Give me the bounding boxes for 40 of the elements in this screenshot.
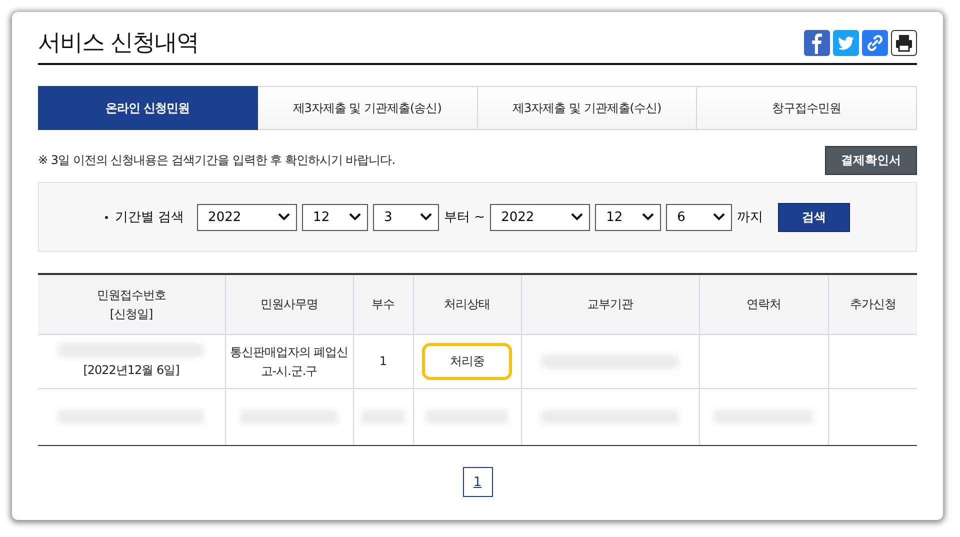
chevron-down-icon [278, 213, 290, 221]
date-select[interactable]: 2022 [490, 204, 590, 230]
search-button[interactable]: 검색 [778, 202, 850, 232]
bird-icon[interactable] [833, 30, 859, 56]
column-header: 추가신청 [828, 274, 917, 334]
column-header: 부수 [353, 274, 413, 334]
bullet-icon [104, 216, 108, 218]
page-button[interactable]: 1 [462, 467, 492, 497]
search-label: 기간별 검색 [114, 209, 184, 226]
chevron-down-icon [420, 213, 432, 221]
status-label: 처리중 [422, 343, 512, 380]
date-select[interactable]: 12 [595, 204, 662, 230]
tab[interactable]: 제3자제출 및 기관제출(송신) [258, 86, 478, 130]
chevron-down-icon [571, 213, 584, 221]
column-header: 처리상태 [413, 274, 521, 334]
table-cell-text: 1 [379, 353, 387, 370]
chevron-down-icon [349, 213, 362, 221]
page-title: 서비스 신청내역 [38, 29, 198, 58]
column-header: 교부기관 [521, 274, 699, 334]
table-cell-text: 통신판매업자의 폐업신고-시.군.구 [228, 344, 350, 380]
tab[interactable]: 제3자제출 및 기관제출(수신) [478, 86, 698, 130]
link-icon[interactable] [862, 30, 888, 56]
column-header: 민원사무명 [225, 274, 353, 334]
range-label: 까지 [737, 209, 764, 226]
column-header: 민원접수번호 [신청일] [38, 274, 225, 334]
date-select[interactable]: 6 [666, 204, 732, 230]
tab[interactable]: 창구접수민원 [697, 86, 917, 130]
table-cell-text: [2022년12월 6일] [83, 362, 180, 379]
notice-text: ※ 3일 이전의 신청내용은 검색기간을 입력한 후 확인하시기 바랍니다. [38, 152, 396, 169]
range-label: 부터 ~ [444, 209, 486, 226]
date-select[interactable]: 2022 [197, 204, 298, 230]
chevron-down-icon [642, 213, 654, 221]
date-select[interactable]: 12 [302, 204, 368, 230]
date-select[interactable]: 3 [373, 204, 440, 230]
print-icon[interactable] [891, 30, 917, 56]
column-header: 연락처 [699, 274, 828, 334]
facebook-icon[interactable] [804, 30, 830, 56]
chevron-down-icon [713, 213, 726, 221]
receipt-button[interactable]: 결제확인서 [825, 146, 917, 175]
tab[interactable]: 온라인 신청민원 [38, 86, 258, 130]
